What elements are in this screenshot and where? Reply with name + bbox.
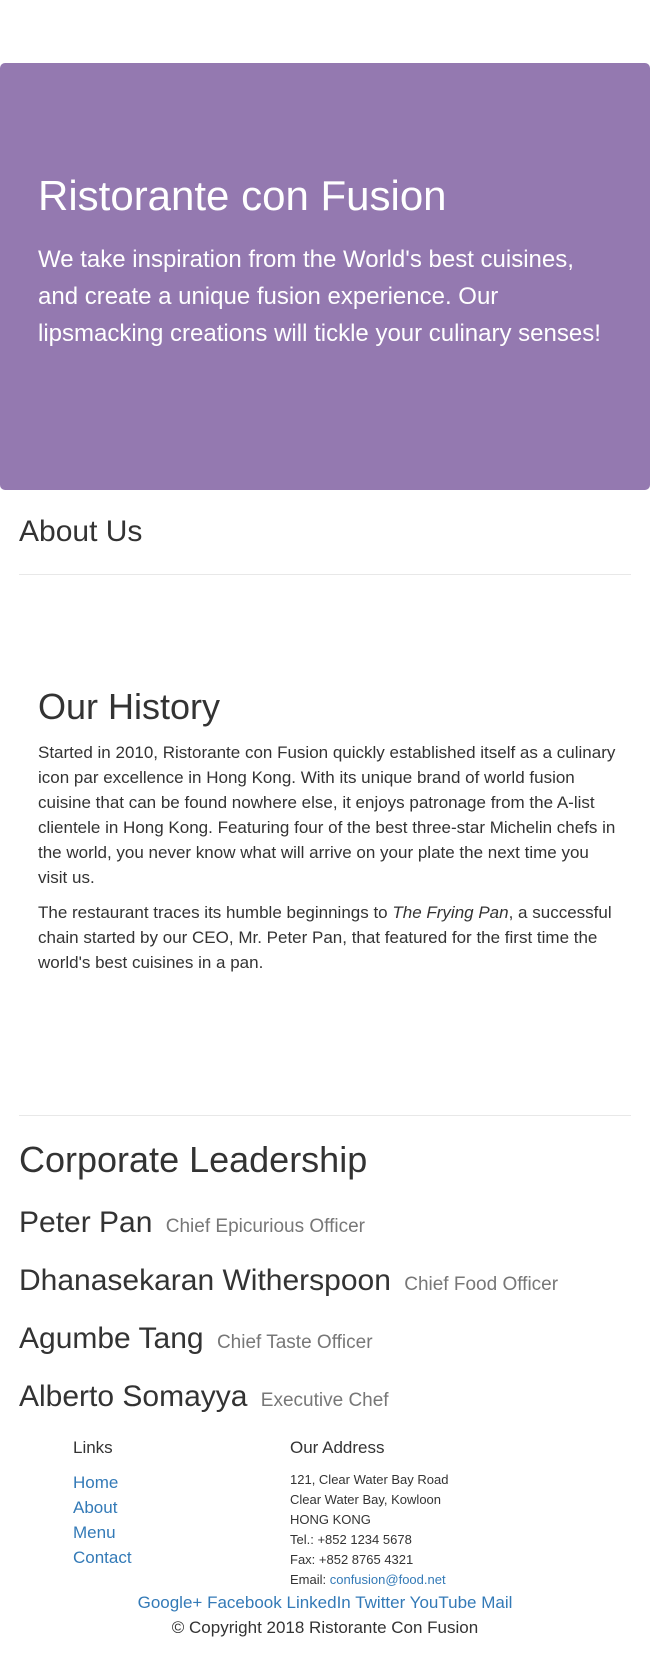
restaurant-title: Ristorante con Fusion — [38, 172, 447, 219]
list-item: Menu — [73, 1520, 132, 1545]
leader-title: Chief Taste Officer — [216, 1332, 373, 1353]
history-paragraph: The restaurant traces its humble beginni… — [38, 900, 618, 975]
footer-link-home[interactable]: Home — [73, 1473, 118, 1492]
address-heading: Our Address — [290, 1438, 385, 1457]
address-line: 121, Clear Water Bay Road — [290, 1472, 449, 1487]
leadership-heading: Corporate Leadership — [19, 1139, 368, 1180]
divider — [19, 1115, 631, 1116]
phone-line: Tel.: +852 1234 5678 — [290, 1532, 412, 1547]
about-heading: About Us — [19, 515, 143, 548]
history-text: The restaurant traces its humble beginni… — [38, 903, 393, 922]
address-block: 121, Clear Water Bay Road Clear Water Ba… — [290, 1470, 448, 1590]
email-label: Email: — [290, 1572, 330, 1587]
fax-line: Fax: +852 8765 4321 — [290, 1552, 414, 1567]
footer-link-about[interactable]: About — [73, 1498, 117, 1517]
links-heading: Links — [73, 1438, 113, 1457]
youtube-link[interactable]: YouTube — [410, 1593, 477, 1612]
divider — [19, 574, 631, 575]
email-link[interactable]: confusion@food.net — [330, 1572, 446, 1587]
address-line: Clear Water Bay, Kowloon — [290, 1492, 442, 1507]
history-section: Our History Started in 2010, Ristorante … — [38, 684, 618, 985]
restaurant-tagline: We take inspiration from the World's bes… — [38, 246, 601, 348]
address-line: HONG KONG — [290, 1512, 371, 1527]
leader-item: Agumbe Tang Chief Taste Officer — [19, 1321, 373, 1361]
leader-title: Chief Epicurious Officer — [165, 1216, 365, 1237]
copyright: © Copyright 2018 Ristorante Con Fusion — [171, 1618, 479, 1637]
linkedin-link[interactable]: LinkedIn — [286, 1593, 350, 1612]
frying-pan-name: The Frying Pan — [392, 903, 509, 922]
footer-link-menu[interactable]: Menu — [73, 1523, 116, 1542]
footer-link-contact[interactable]: Contact — [73, 1548, 132, 1567]
leader-name: Alberto Somayya — [19, 1380, 248, 1413]
list-item: Home — [73, 1470, 132, 1495]
twitter-link[interactable]: Twitter — [355, 1593, 405, 1612]
leader-item: Peter Pan Chief Epicurious Officer — [19, 1205, 365, 1245]
google-plus-link[interactable]: Google+ — [138, 1593, 203, 1612]
history-heading: Our History — [38, 686, 221, 727]
list-item: Contact — [73, 1545, 132, 1570]
jumbotron: Ristorante con Fusion We take inspiratio… — [0, 63, 650, 490]
leader-name: Dhanasekaran Witherspoon — [19, 1264, 391, 1297]
social-links: Google+ Facebook LinkedIn Twitter YouTub… — [0, 1591, 650, 1615]
leader-item: Alberto Somayya Executive Chef — [19, 1379, 389, 1419]
links-list: Home About Menu Contact — [73, 1470, 132, 1570]
leader-item: Dhanasekaran Witherspoon Chief Food Offi… — [19, 1263, 558, 1303]
leader-name: Peter Pan — [19, 1206, 153, 1239]
history-paragraph: Started in 2010, Ristorante con Fusion q… — [38, 743, 616, 887]
leader-title: Chief Food Officer — [404, 1274, 559, 1295]
leader-title: Executive Chef — [260, 1390, 389, 1411]
footer-links: Links Home About Menu Contact — [73, 1437, 132, 1570]
mail-link[interactable]: Mail — [481, 1593, 512, 1612]
list-item: About — [73, 1495, 132, 1520]
leader-name: Agumbe Tang — [19, 1322, 204, 1355]
facebook-link[interactable]: Facebook — [207, 1593, 282, 1612]
footer-address: Our Address 121, Clear Water Bay Road Cl… — [290, 1437, 448, 1590]
